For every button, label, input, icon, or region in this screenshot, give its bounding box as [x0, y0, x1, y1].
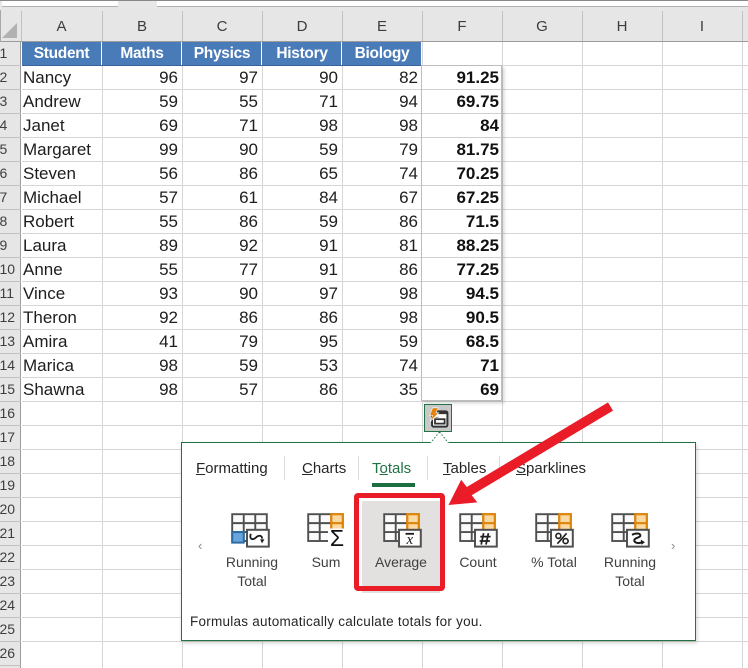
svg-text:Σ: Σ: [330, 525, 344, 549]
